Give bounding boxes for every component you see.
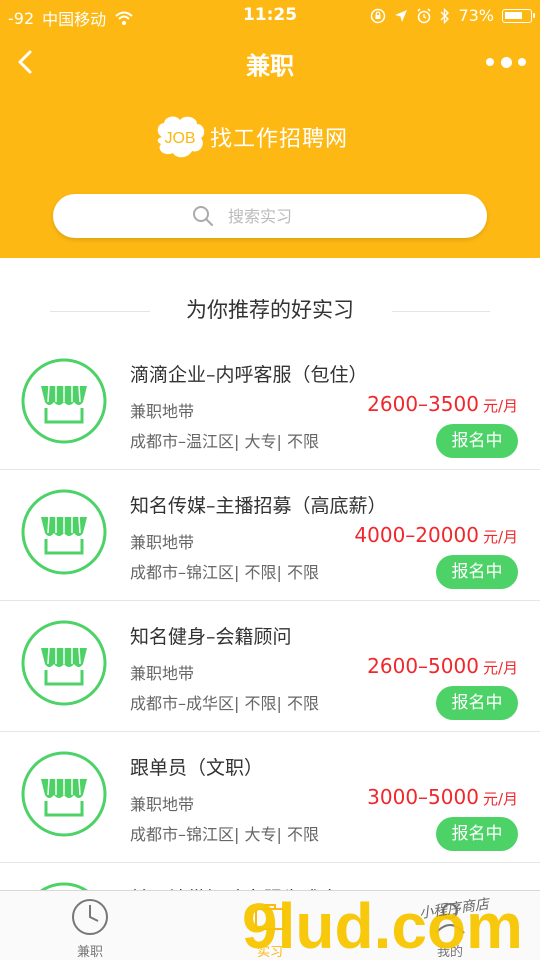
- tab-shixi[interactable]: 实习: [210, 891, 330, 960]
- job-item[interactable]: 知名健身–会籍顾问 兼职地带 成都市–成华区| 不限| 不限 2600–5000…: [0, 602, 540, 732]
- clock-icon: [72, 899, 108, 935]
- job-item[interactable]: 跟单员（文职） 兼职地带 成都市–锦江区| 大专| 不限 3000–5000 元/…: [0, 733, 540, 863]
- job-location: 成都市–锦江区| 大专| 不限: [130, 825, 319, 844]
- salary-range: 4000–20000: [354, 523, 479, 547]
- battery-fill: [505, 11, 522, 19]
- location-icon: [395, 9, 408, 22]
- salary-range: 2600–5000: [367, 654, 479, 678]
- brand-name: 找工作招聘网: [210, 127, 349, 152]
- divider: [392, 311, 490, 312]
- job-logo-icon: JOB: [157, 116, 205, 158]
- job-item[interactable]: 知名传媒–主播招募（高底薪） 兼职地带 成都市–锦江区| 不限| 不限 4000…: [0, 471, 540, 601]
- search-icon: [193, 206, 213, 226]
- job-company: 兼职地带: [130, 664, 195, 683]
- job-salary: 4000–20000 元/月: [354, 523, 518, 547]
- user-icon: [435, 903, 465, 934]
- status-right: 73%: [370, 6, 535, 25]
- tab-label: 兼职: [76, 945, 103, 960]
- more-button[interactable]: [486, 54, 526, 70]
- job-company: 兼职地带: [130, 402, 195, 421]
- job-location: 成都市–锦江区| 不限| 不限: [130, 563, 319, 582]
- apply-button[interactable]: 报名中: [436, 424, 518, 458]
- more-dot-icon: [500, 56, 512, 68]
- shop-icon: [21, 489, 107, 575]
- tab-label: 我的: [436, 945, 463, 960]
- apply-button[interactable]: 报名中: [436, 686, 518, 720]
- more-dot-icon: [486, 58, 494, 66]
- salary-range: 2600–3500: [367, 392, 479, 416]
- job-salary: 3000–5000 元/月: [367, 785, 518, 809]
- shop-icon: [21, 751, 107, 837]
- salary-unit: 元/月: [482, 790, 518, 808]
- svg-text:JOB: JOB: [164, 130, 195, 147]
- job-salary: 2600–3500 元/月: [367, 392, 518, 416]
- job-title: 滴滴企业–内呼客服（包住）: [130, 364, 368, 386]
- briefcase-icon: [255, 904, 285, 930]
- job-title: 知名健身–会籍顾问: [130, 626, 292, 648]
- job-salary: 2600–5000 元/月: [367, 654, 518, 678]
- salary-unit: 元/月: [482, 528, 518, 546]
- job-company: 兼职地带: [130, 795, 195, 814]
- search-bar[interactable]: [53, 194, 487, 238]
- salary-unit: 元/月: [482, 397, 518, 415]
- job-title: 知名传媒–主播招募（高底薪）: [130, 495, 387, 517]
- salary-range: 3000–5000: [367, 785, 479, 809]
- job-title: 跟单员（文职）: [130, 757, 264, 779]
- tab-bar: 兼职 实习 我的: [0, 890, 540, 960]
- salary-unit: 元/月: [482, 659, 518, 677]
- more-dot-icon: [518, 58, 526, 66]
- tab-label: 实习: [256, 945, 283, 960]
- search-input[interactable]: [228, 206, 348, 226]
- tab-wode[interactable]: 我的: [390, 891, 510, 960]
- job-location: 成都市–成华区| 不限| 不限: [130, 694, 319, 713]
- apply-button[interactable]: 报名中: [436, 817, 518, 851]
- brand: JOB 找工作招聘网: [152, 112, 348, 162]
- page-title: 兼职: [246, 52, 294, 80]
- battery-percent: 73%: [458, 6, 494, 25]
- alarm-icon: [417, 7, 431, 23]
- section-header: 为你推荐的好实习: [0, 288, 540, 328]
- job-item[interactable]: 滴滴企业–内呼客服（包住） 兼职地带 成都市–温江区| 大专| 不限 2600–…: [0, 340, 540, 470]
- navigation-bar: 兼职: [0, 38, 540, 84]
- shop-icon: [21, 620, 107, 706]
- status-bar: -92 中国移动 11:25 73%: [0, 0, 540, 32]
- apply-button[interactable]: 报名中: [436, 555, 518, 589]
- shop-icon: [21, 358, 107, 444]
- section-title: 为你推荐的好实习: [186, 298, 354, 322]
- tab-jianzhi[interactable]: 兼职: [30, 891, 150, 960]
- job-company: 兼职地带: [130, 533, 195, 552]
- battery-icon: [502, 8, 535, 23]
- job-location: 成都市–温江区| 大专| 不限: [130, 432, 319, 451]
- rotation-lock-icon: [371, 8, 386, 23]
- header: -92 中国移动 11:25 73% 兼职 JOB 找工作招聘网 搜索实习: [0, 0, 540, 258]
- bluetooth-icon: [440, 7, 450, 24]
